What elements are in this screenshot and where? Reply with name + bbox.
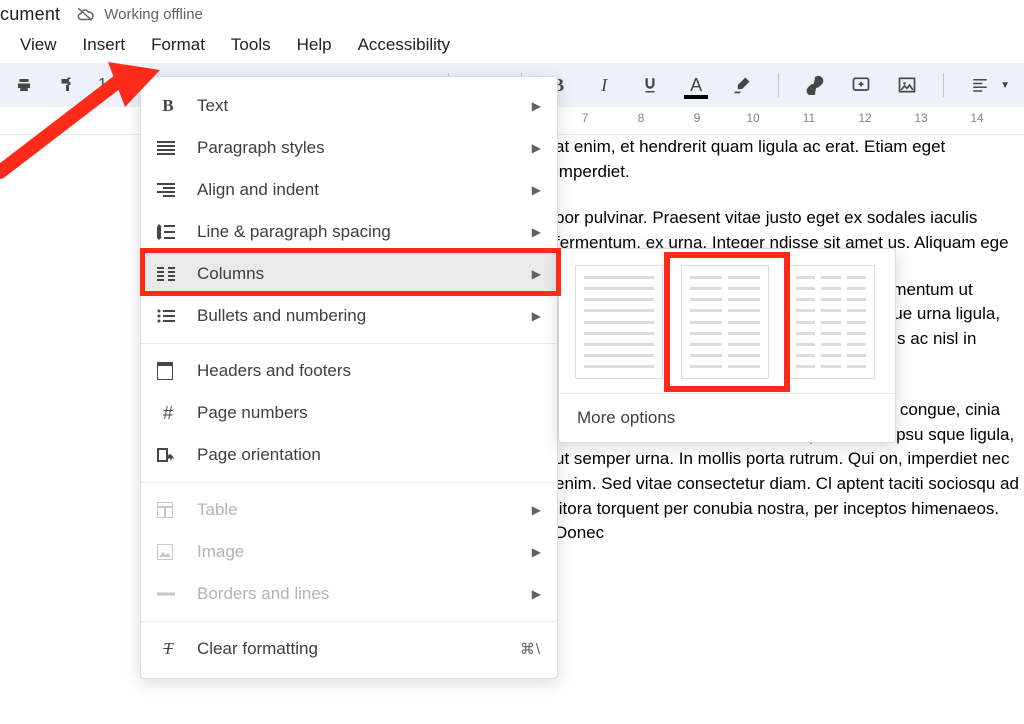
submenu-arrow-icon: ▶ (532, 503, 541, 517)
format-align-indent[interactable]: Align and indent ▶ (141, 169, 557, 211)
columns-submenu: More options (558, 248, 896, 443)
cloud-off-icon (74, 6, 96, 24)
ruler-tick: 10 (746, 111, 759, 125)
italic-button[interactable]: I (594, 75, 614, 95)
headers-icon (157, 362, 179, 380)
submenu-arrow-icon: ▶ (532, 267, 541, 281)
menu-label: Line & paragraph spacing (197, 222, 514, 242)
ruler-tick: 7 (582, 111, 589, 125)
ruler-tick: 13 (914, 111, 927, 125)
document-title-fragment: cument (0, 4, 60, 25)
format-borders-lines: Borders and lines ▶ (141, 573, 557, 615)
paragraph-icon (157, 141, 179, 155)
doc-text: imperdiet. (555, 162, 630, 181)
menu-label: Page orientation (197, 445, 541, 465)
submenu-arrow-icon: ▶ (532, 225, 541, 239)
image-icon (157, 544, 179, 560)
hash-icon: # (157, 403, 179, 424)
columns-option-two[interactable] (681, 265, 769, 379)
paint-format-icon[interactable] (56, 75, 76, 95)
menu-separator (141, 482, 557, 483)
offline-indicator: Working offline (74, 6, 203, 24)
format-image: Image ▶ (141, 531, 557, 573)
menu-label: Align and indent (197, 180, 514, 200)
submenu-arrow-icon: ▶ (532, 545, 541, 559)
align-button[interactable] (970, 75, 990, 95)
underline-button[interactable] (640, 75, 660, 95)
format-headers-footers[interactable]: Headers and footers (141, 350, 557, 392)
line-spacing-icon (157, 224, 179, 240)
menu-label: Page numbers (197, 403, 541, 423)
ruler-tick: 12 (858, 111, 871, 125)
highlight-button[interactable] (732, 75, 752, 95)
menu-accessibility[interactable]: Accessibility (358, 35, 451, 55)
keyboard-shortcut: ⌘\ (520, 640, 541, 658)
menu-label: Columns (197, 264, 514, 284)
menu-separator (141, 343, 557, 344)
menu-label: Image (197, 542, 514, 562)
menu-label: Headers and footers (197, 361, 541, 381)
columns-option-three[interactable] (787, 265, 875, 379)
format-columns[interactable]: Columns ▶ (141, 253, 557, 295)
print-icon[interactable] (14, 75, 34, 95)
orientation-icon (157, 446, 179, 464)
format-text[interactable]: B Text ▶ (141, 85, 557, 127)
submenu-arrow-icon: ▶ (532, 99, 541, 113)
doc-text: at enim, et hendrerit quam ligula ac era… (555, 137, 945, 156)
format-dropdown: B Text ▶ Paragraph styles ▶ Align and in… (140, 76, 558, 679)
toolbar-separator (778, 73, 779, 97)
bullets-icon (157, 309, 179, 323)
menu-label: Clear formatting (197, 639, 502, 659)
borders-icon (157, 591, 179, 597)
table-icon (157, 502, 179, 518)
format-page-numbers[interactable]: # Page numbers (141, 392, 557, 434)
zoom-level[interactable]: 100% (98, 76, 143, 94)
menu-label: Paragraph styles (197, 138, 514, 158)
submenu-arrow-icon: ▶ (532, 141, 541, 155)
text-color-button[interactable]: A (686, 75, 706, 95)
submenu-arrow-icon: ▶ (532, 183, 541, 197)
menu-bar: View Insert Format Tools Help Accessibil… (0, 31, 1024, 63)
insert-link-button[interactable] (805, 75, 825, 95)
columns-icon (157, 267, 179, 281)
format-bullets-numbering[interactable]: Bullets and numbering ▶ (141, 295, 557, 337)
menu-insert[interactable]: Insert (83, 35, 126, 55)
menu-label: Table (197, 500, 514, 520)
menu-format[interactable]: Format (151, 35, 205, 55)
columns-option-one[interactable] (575, 265, 663, 379)
ruler-tick: 8 (638, 111, 645, 125)
menu-label: Text (197, 96, 514, 116)
chevron-down-icon[interactable]: ▼ (1000, 80, 1010, 91)
align-icon (157, 183, 179, 197)
bold-icon: B (157, 96, 179, 116)
add-comment-button[interactable] (851, 75, 871, 95)
clear-format-icon: T (157, 639, 179, 659)
menu-label: Borders and lines (197, 584, 514, 604)
format-page-orientation[interactable]: Page orientation (141, 434, 557, 476)
format-clear-formatting[interactable]: T Clear formatting ⌘\ (141, 628, 557, 670)
menu-tools[interactable]: Tools (231, 35, 271, 55)
ruler-tick: 11 (803, 111, 815, 125)
offline-text: Working offline (104, 6, 203, 23)
submenu-arrow-icon: ▶ (532, 309, 541, 323)
format-paragraph-styles[interactable]: Paragraph styles ▶ (141, 127, 557, 169)
menu-label: Bullets and numbering (197, 306, 514, 326)
menu-separator (141, 621, 557, 622)
toolbar-separator (943, 73, 944, 97)
ruler-tick: 9 (694, 111, 701, 125)
menu-view[interactable]: View (20, 35, 57, 55)
menu-help[interactable]: Help (297, 35, 332, 55)
columns-more-options[interactable]: More options (559, 393, 895, 442)
insert-image-button[interactable] (897, 75, 917, 95)
ruler-tick: 14 (970, 111, 983, 125)
format-line-spacing[interactable]: Line & paragraph spacing ▶ (141, 211, 557, 253)
format-table: Table ▶ (141, 489, 557, 531)
submenu-arrow-icon: ▶ (532, 587, 541, 601)
